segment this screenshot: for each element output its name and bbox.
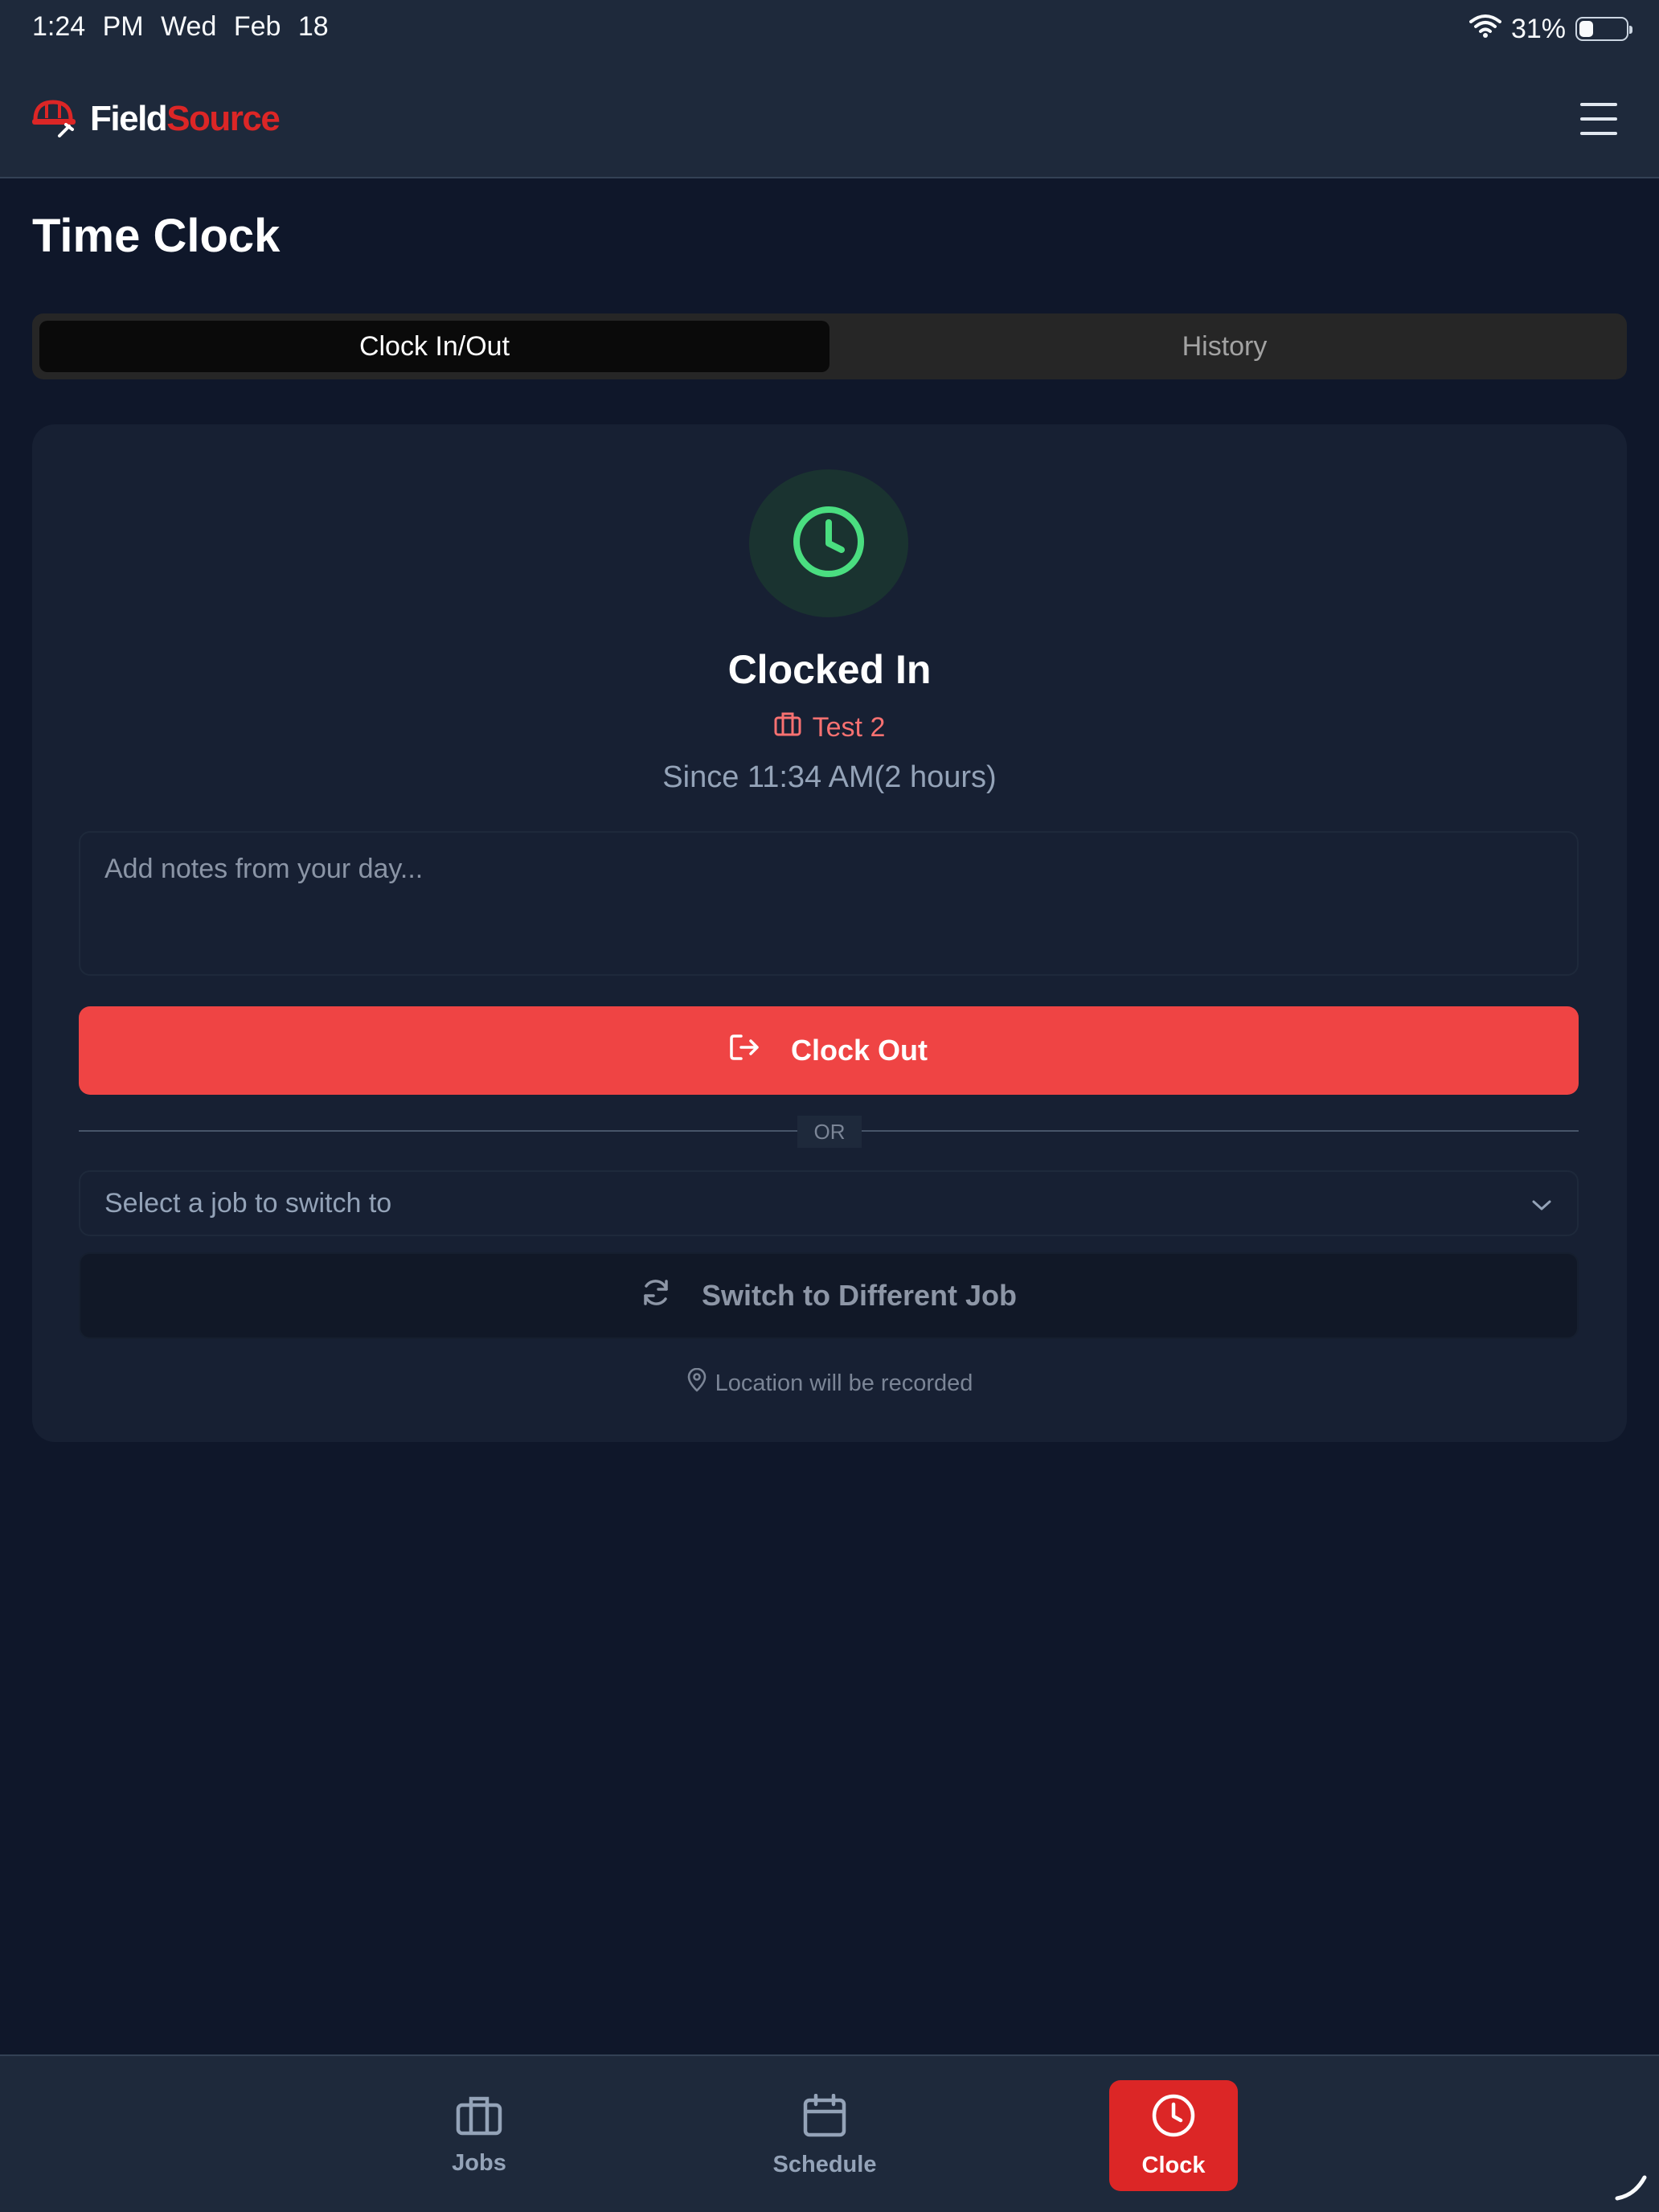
clock-icon: [1151, 2093, 1196, 2144]
calendar-icon: [803, 2093, 846, 2144]
log-out-icon: [730, 1034, 760, 1068]
refresh-icon: [641, 1277, 671, 1315]
briefcase-icon: [774, 712, 801, 743]
nav-item-clock[interactable]: Clock: [1109, 2080, 1238, 2191]
tab-bar: Clock In/Out History: [32, 313, 1627, 379]
status-indicators: 31%: [1469, 11, 1632, 47]
switch-job-button[interactable]: Switch to Different Job: [79, 1252, 1579, 1339]
location-note-text: Location will be recorded: [715, 1370, 973, 1396]
brand-logo[interactable]: FieldSource: [32, 95, 281, 143]
briefcase-icon: [456, 2095, 502, 2142]
menu-line: [1580, 103, 1617, 106]
clock-card: Clocked In Test 2 Since 11:34 AM(2 hours…: [32, 424, 1627, 1442]
home-indicator: [1614, 2173, 1649, 2206]
battery-percent: 31%: [1510, 13, 1566, 44]
battery-icon: [1575, 17, 1632, 41]
bottom-nav: Jobs Schedule Clock: [0, 2054, 1659, 2212]
menu-line: [1580, 132, 1617, 135]
menu-line: [1580, 117, 1617, 121]
divider-label: OR: [797, 1116, 862, 1148]
current-job-name: Test 2: [812, 712, 886, 743]
clock-status: Clocked In: [727, 647, 932, 692]
current-job: Test 2: [32, 712, 1627, 743]
hamburger-menu-icon[interactable]: [1579, 100, 1619, 138]
chevron-down-icon: [1530, 1188, 1553, 1219]
job-select-placeholder: Select a job to switch to: [104, 1187, 392, 1219]
clock-status-badge: [749, 469, 908, 617]
map-pin-icon: [686, 1367, 707, 1399]
location-note: Location will be recorded: [32, 1367, 1627, 1399]
nav-label-jobs: Jobs: [452, 2149, 506, 2176]
nav-label-clock: Clock: [1141, 2152, 1206, 2178]
clock-icon: [790, 503, 867, 584]
nav-label-schedule: Schedule: [772, 2151, 877, 2177]
job-select[interactable]: Select a job to switch to: [79, 1170, 1579, 1236]
tab-clock-in-out[interactable]: Clock In/Out: [39, 321, 830, 372]
brand-name-source: Source: [166, 99, 281, 138]
status-time: 1:24 PM Wed Feb 18: [32, 11, 329, 43]
status-date: Wed Feb 18: [161, 11, 329, 42]
nav-item-schedule[interactable]: Schedule: [760, 2080, 889, 2191]
tab-history[interactable]: History: [830, 321, 1620, 372]
app-header: 1:24 PM Wed Feb 18 31% FieldSource: [0, 0, 1659, 178]
switch-job-label: Switch to Different Job: [701, 1279, 1017, 1312]
status-clock: 1:24 PM: [32, 11, 144, 42]
notes-field[interactable]: [79, 831, 1579, 976]
battery-fill: [1579, 21, 1594, 37]
nav-item-jobs[interactable]: Jobs: [416, 2080, 542, 2191]
clock-out-label: Clock Out: [790, 1034, 928, 1067]
clocked-in-since: Since 11:34 AM(2 hours): [662, 760, 997, 794]
hard-hat-icon: [32, 97, 79, 141]
page-title: Time Clock: [32, 210, 281, 262]
brand-name: FieldSource: [90, 99, 281, 139]
wifi-icon: [1469, 14, 1501, 45]
brand-name-field: Field: [90, 99, 168, 138]
clock-out-button[interactable]: Clock Out: [79, 1006, 1579, 1095]
